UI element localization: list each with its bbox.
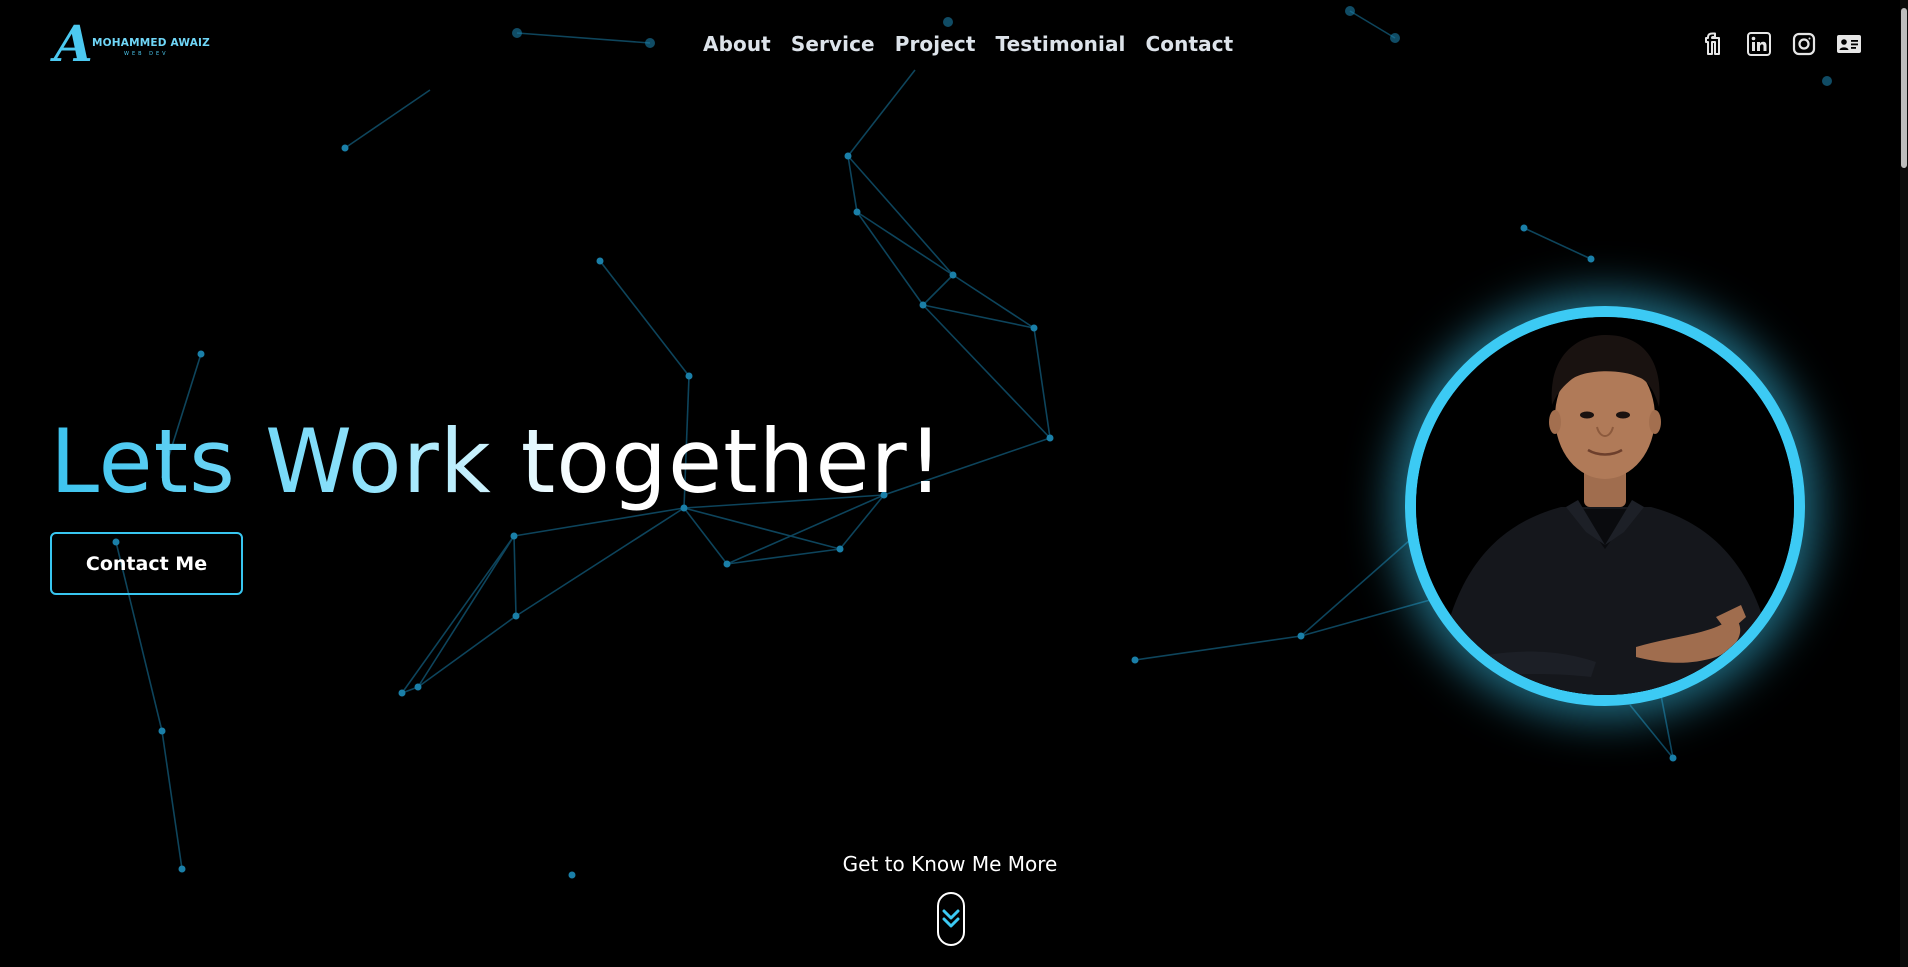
nav-contact[interactable]: Contact <box>1146 32 1234 56</box>
double-chevron-down-icon <box>942 909 960 928</box>
instagram-icon[interactable] <box>1790 30 1817 57</box>
page-scrollbar[interactable] <box>1900 0 1908 967</box>
logo-name: MOHAMMED AWAIZ <box>92 37 210 49</box>
nav-testimonial[interactable]: Testimonial <box>996 32 1126 56</box>
fiverr-icon[interactable] <box>1700 30 1727 57</box>
page: A MOHAMMED AWAIZ WEB DEV About Service P… <box>0 0 1908 967</box>
logo-subtitle: WEB DEV <box>124 51 169 57</box>
profile-portrait <box>1416 317 1794 695</box>
contact-card-icon[interactable] <box>1835 30 1862 57</box>
social-links <box>1700 30 1862 57</box>
nav-about[interactable]: About <box>703 32 771 56</box>
scrollbar-thumb[interactable] <box>1901 8 1907 168</box>
main-navigation: About Service Project Testimonial Contac… <box>703 32 1233 56</box>
logo-mark: A <box>54 14 93 73</box>
linkedin-icon[interactable] <box>1745 30 1772 57</box>
scroll-down-button[interactable] <box>937 892 965 946</box>
profile-avatar <box>1405 306 1805 706</box>
contact-me-button[interactable]: Contact Me <box>50 532 243 595</box>
get-to-know-label: Get to Know Me More <box>842 852 1058 876</box>
nav-service[interactable]: Service <box>791 32 875 56</box>
nav-project[interactable]: Project <box>895 32 976 56</box>
site-logo[interactable]: A MOHAMMED AWAIZ WEB DEV <box>54 14 210 73</box>
hero-headline: Lets Work together! <box>50 410 944 513</box>
